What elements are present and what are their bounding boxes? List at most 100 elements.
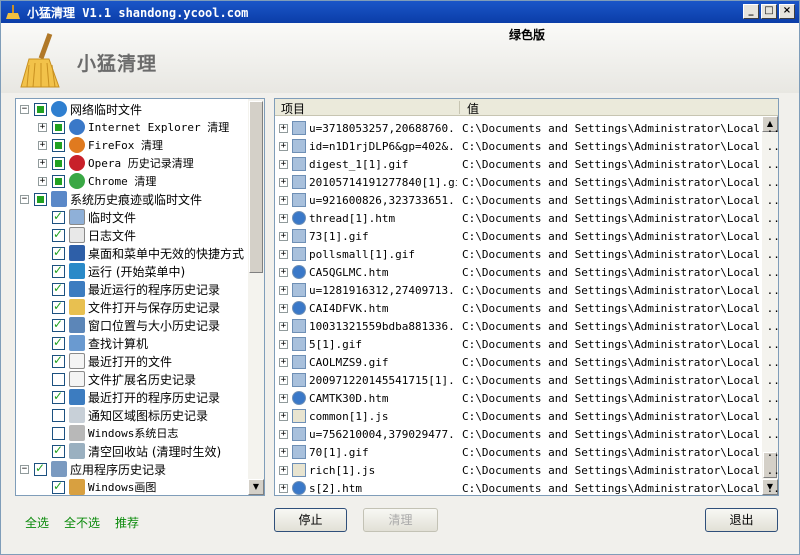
tree-scrollbar[interactable]: ▼	[248, 99, 264, 495]
tree-item[interactable]: 通知区域图标历史记录	[52, 406, 208, 424]
file-row[interactable]: +73[1].gif C:\Documents and Settings\Admi…	[275, 227, 778, 245]
tree-checkbox[interactable]	[52, 389, 65, 404]
file-row[interactable]: + u=921600826,323733651... C:\Documents an…	[275, 191, 778, 209]
tree-item[interactable]: − 网络临时文件	[20, 100, 142, 118]
minimize-button[interactable]: _	[743, 4, 759, 19]
tree-checkbox[interactable]	[52, 353, 65, 368]
tree-item[interactable]: 最近打开的文件	[52, 352, 172, 370]
tree-item[interactable]: 文件扩展名历史记录	[52, 370, 196, 388]
tree-item[interactable]: Windows系统日志	[52, 424, 178, 442]
expand-icon[interactable]: +	[279, 447, 288, 457]
expand-icon[interactable]: +	[279, 393, 288, 403]
file-row[interactable]: + id=n1D1rjDLP6&gp=402&... C:\Documents an…	[275, 137, 778, 155]
file-list[interactable]: 项目 值 ▲ ▼ + u=3718053257,20688760... C:\Doc…	[274, 98, 779, 496]
expand-icon[interactable]: +	[279, 321, 288, 331]
maximize-button[interactable]: □	[761, 4, 777, 19]
file-row[interactable]: +70[1].gif C:\Documents and Settings\Admi…	[275, 443, 778, 461]
tree-item[interactable]: 文件打开与保存历史记录	[52, 298, 220, 316]
expand-icon[interactable]: +	[279, 141, 288, 151]
tree-checkbox[interactable]	[52, 408, 65, 422]
tree-checkbox[interactable]	[34, 461, 47, 476]
tree-checkbox[interactable]	[52, 245, 65, 260]
tree-item[interactable]: + FireFox 清理	[38, 136, 163, 154]
tree-checkbox[interactable]	[52, 479, 65, 494]
tree-item[interactable]: + Opera 历史记录清理	[38, 154, 194, 172]
tree-scroll-down-button[interactable]: ▼	[248, 479, 264, 495]
clean-button[interactable]: 清理	[363, 508, 438, 532]
file-row[interactable]: + s[2].htm C:\Documents and Settings\Admin…	[275, 479, 778, 495]
tree-item[interactable]: 最近运行的程序历史记录	[52, 280, 220, 298]
select-all-link[interactable]: 全选	[25, 514, 49, 531]
file-row[interactable]: +10031321559bdba881336... C:\Documents an…	[275, 317, 778, 335]
file-row[interactable]: +5[1].gif C:\Documents and Settings\Admin…	[275, 335, 778, 353]
recommend-link[interactable]: 推荐	[115, 514, 139, 531]
expand-icon[interactable]: +	[279, 159, 288, 169]
file-row[interactable]: + u=1281916312,27409713... C:\Documents an…	[275, 281, 778, 299]
tree-checkbox[interactable]	[52, 120, 65, 134]
expand-icon[interactable]: +	[279, 195, 288, 205]
tree-checkbox[interactable]	[52, 263, 65, 278]
tree-item[interactable]: 最近打开的程序历史记录	[52, 388, 220, 406]
file-row[interactable]: +20105714191277840[1].gif C:\Documents an…	[275, 173, 778, 191]
expand-icon[interactable]: +	[279, 429, 288, 439]
tree-checkbox[interactable]	[52, 443, 65, 458]
file-row[interactable]: + rich[1].js C:\Documents and Settings\Adm…	[275, 461, 778, 479]
tree-item[interactable]: + Chrome 清理	[38, 172, 156, 190]
tree-checkbox[interactable]	[52, 372, 65, 386]
tree-checkbox[interactable]	[52, 299, 65, 314]
file-row[interactable]: + digest_1[1].gif C:\Documents and Setting…	[275, 155, 778, 173]
tree-item[interactable]: 清空回收站 (清理时生效)	[52, 442, 221, 460]
tree-checkbox[interactable]	[52, 335, 65, 350]
expand-icon[interactable]: +	[279, 267, 288, 277]
expand-icon[interactable]: +	[279, 213, 288, 223]
tree-item[interactable]: − 应用程序历史记录	[20, 460, 166, 478]
expand-icon[interactable]: +	[279, 357, 288, 367]
expand-icon[interactable]: +	[279, 375, 288, 385]
expand-icon[interactable]: +	[279, 177, 288, 187]
expand-icon[interactable]: +	[279, 303, 288, 313]
expand-icon[interactable]: +	[279, 123, 288, 133]
expand-icon[interactable]: +	[279, 339, 288, 349]
tree-checkbox[interactable]	[52, 209, 65, 224]
tree-item[interactable]: 运行 (开始菜单中)	[52, 262, 185, 280]
collapse-icon[interactable]: −	[20, 104, 29, 114]
file-row[interactable]: +200971220145541715[1]... C:\Documents an…	[275, 371, 778, 389]
file-row[interactable]: + pollsmall[1].gif C:\Documents and Settin…	[275, 245, 778, 263]
tree-item[interactable]: 查找计算机	[52, 334, 148, 352]
tree-checkbox[interactable]	[52, 138, 65, 152]
tree-item[interactable]: 桌面和菜单中无效的快捷方式	[52, 244, 244, 262]
file-row[interactable]: + CAMTK30D.htm C:\Documents and Settings\A…	[275, 389, 778, 407]
tree-checkbox[interactable]	[52, 174, 65, 188]
expand-icon[interactable]: +	[38, 158, 47, 168]
tree-checkbox[interactable]	[52, 227, 65, 242]
expand-icon[interactable]: +	[38, 140, 47, 150]
tree-checkbox[interactable]	[52, 281, 65, 296]
tree-item[interactable]: 日志文件	[52, 226, 136, 244]
column-value-header[interactable]: 值	[467, 100, 479, 117]
stop-button[interactable]: 停止	[274, 508, 347, 532]
title-bar[interactable]: 小猛清理 V1.1 shandong.ycool.com _ □ ×	[1, 1, 799, 23]
collapse-icon[interactable]: −	[20, 194, 29, 204]
expand-icon[interactable]: +	[279, 465, 288, 475]
tree-item[interactable]: − 系统历史痕迹或临时文件	[20, 190, 202, 208]
file-row[interactable]: + CA5QGLMC.htm C:\Documents and Settings\A…	[275, 263, 778, 281]
tree-item[interactable]: Windows画图	[52, 478, 156, 495]
tree-checkbox[interactable]	[34, 192, 47, 206]
expand-icon[interactable]: +	[279, 249, 288, 259]
file-row[interactable]: + common[1].js C:\Documents and Settings\A…	[275, 407, 778, 425]
select-none-link[interactable]: 全不选	[64, 514, 100, 531]
tree-checkbox[interactable]	[34, 102, 47, 116]
file-row[interactable]: + thread[1].htm C:\Documents and Settings\…	[275, 209, 778, 227]
tree-item[interactable]: 窗口位置与大小历史记录	[52, 316, 220, 334]
expand-icon[interactable]: +	[38, 122, 47, 132]
tree-item[interactable]: + Internet Explorer 清理	[38, 118, 229, 136]
tree-item[interactable]: 临时文件	[52, 208, 136, 226]
expand-icon[interactable]: +	[279, 483, 288, 493]
expand-icon[interactable]: +	[279, 231, 288, 241]
tree-checkbox[interactable]	[52, 317, 65, 332]
expand-icon[interactable]: +	[38, 176, 47, 186]
cleanup-tree[interactable]: ▼ − 网络临时文件 + Internet Explorer 清理 + FireFox 清…	[15, 98, 265, 496]
tree-scroll-thumb[interactable]	[249, 101, 263, 273]
file-row[interactable]: + CAOLMZS9.gif C:\Documents and Settings\A…	[275, 353, 778, 371]
tree-checkbox[interactable]	[52, 426, 65, 440]
